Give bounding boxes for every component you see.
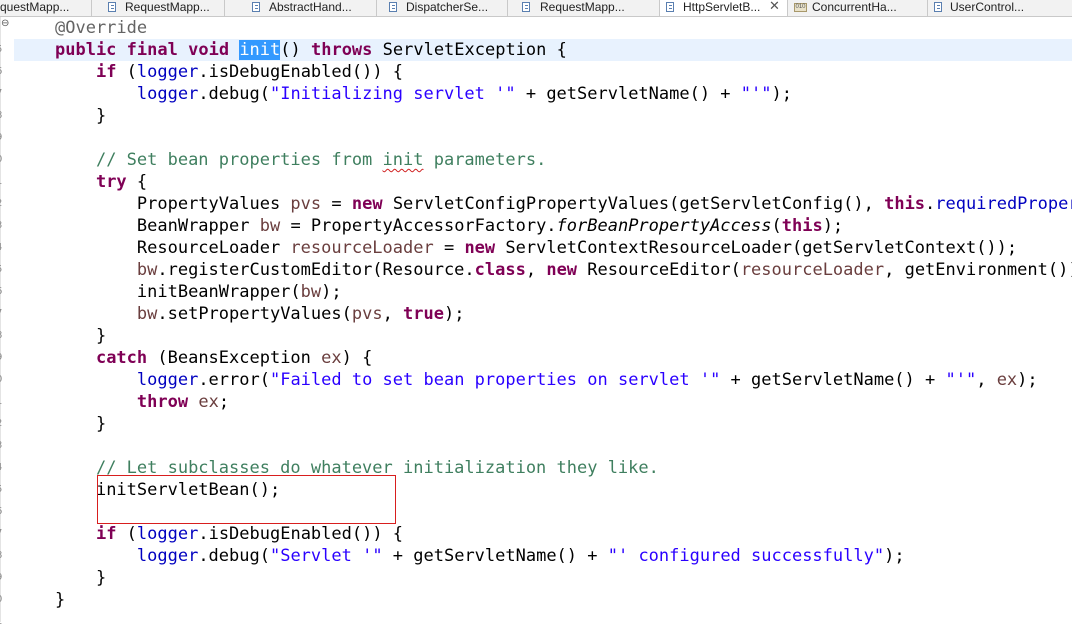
close-icon[interactable]: ✕ [769, 0, 780, 13]
java-file-icon [934, 2, 942, 12]
selected-method-name: init [239, 40, 281, 60]
tab-request-mapping-2[interactable]: RequestMapp... [508, 0, 660, 16]
line-number: 3 [0, 435, 4, 457]
java-file-icon [108, 2, 116, 12]
code-line: } [95, 326, 107, 346]
tab-label: ConcurrentHa... [812, 0, 897, 14]
code-line: throw ex; [136, 392, 230, 412]
tab-label: AbstractHand... [269, 0, 352, 14]
line-number: 1 [0, 391, 4, 413]
line-number: 5 [0, 39, 4, 61]
line-number: 6 [0, 61, 4, 83]
line-number: 9 [0, 567, 4, 589]
tab-request-mapping-1[interactable]: RequestMapp... [92, 0, 225, 16]
class-file-icon: 010 [794, 3, 807, 12]
tab-concurrent-hashmap[interactable]: 010 ConcurrentHa... [788, 0, 928, 16]
code-editor[interactable]: @Override public final void init() throw… [14, 17, 1072, 622]
tab-label: DispatcherSe... [406, 0, 489, 14]
code-line: initBeanWrapper(bw); [136, 282, 342, 302]
code-line: logger.debug("Initializing servlet '" + … [136, 84, 792, 104]
code-line: ResourceLoader resourceLoader = new Serv… [136, 238, 1018, 258]
tab-user-controller[interactable]: UserControl... [928, 0, 1072, 16]
code-line: } [95, 414, 107, 434]
tab-label: UserControl... [950, 0, 1025, 14]
line-number: 8 [0, 545, 4, 567]
fold-collapse-icon[interactable]: ⊖ [1, 18, 9, 29]
line-number: 7 [0, 523, 4, 545]
java-file-icon [522, 2, 530, 12]
line-number: 3 [0, 215, 4, 237]
code-line: } [95, 568, 107, 588]
line-number: 2 [0, 413, 4, 435]
code-line: PropertyValues pvs = new ServletConfigPr… [136, 194, 1072, 214]
line-number: 6 [0, 501, 4, 523]
line-number: 9 [0, 347, 4, 369]
code-line: BeanWrapper bw = PropertyAccessorFactory… [136, 216, 844, 236]
line-number: 0 [0, 589, 4, 611]
tab-label: RequestMapp... [540, 0, 625, 14]
tab-request-mapping-partial[interactable]: questMapp... [0, 0, 92, 16]
line-number: 1 [0, 611, 4, 633]
java-file-icon [389, 2, 397, 12]
line-number: 5 [0, 479, 4, 501]
tab-label: RequestMapp... [125, 0, 210, 14]
code-line: if (logger.isDebugEnabled()) { [95, 524, 404, 544]
line-number: 7 [0, 83, 4, 105]
line-number: 4 [0, 237, 4, 259]
line-number-gutter: 5 6 7 8 9 0 1 2 3 4 5 6 7 8 9 0 1 2 3 4 … [0, 17, 14, 627]
line-number: 0 [0, 369, 4, 391]
tab-abstract-handler[interactable]: AbstractHand... [225, 0, 377, 16]
code-line: } [95, 106, 107, 126]
line-number: 4 [0, 457, 4, 479]
code-line: logger.error("Failed to set bean propert… [136, 370, 1038, 390]
code-line: if (logger.isDebugEnabled()) { [95, 62, 404, 82]
line-number: 5 [0, 259, 4, 281]
tab-label: HttpServletB... [683, 0, 761, 14]
highlight-annotation-box [97, 475, 396, 524]
tab-label: questMapp... [0, 0, 70, 14]
editor-tab-bar: questMapp... RequestMapp... AbstractHand… [0, 0, 1072, 17]
code-line: catch (BeansException ex) { [95, 348, 373, 368]
code-line: public final void init() throws ServletE… [55, 40, 567, 60]
tab-dispatcher-servlet[interactable]: DispatcherSe... [377, 0, 508, 16]
code-line: // Set bean properties from init paramet… [95, 150, 547, 170]
java-file-icon [666, 2, 674, 12]
java-file-icon [252, 2, 260, 12]
code-line: try { [95, 172, 148, 192]
code-line: bw.setPropertyValues(pvs, true); [136, 304, 465, 324]
line-number: 2 [0, 193, 4, 215]
code-line: } [55, 590, 66, 610]
line-number: 7 [0, 303, 4, 325]
line-number: 8 [0, 105, 4, 127]
line-number: 1 [0, 171, 4, 193]
tab-http-servlet-bean[interactable]: HttpServletB... ✕ [660, 0, 788, 16]
code-line: @Override [55, 18, 148, 38]
code-line: logger.debug("Servlet '" + getServletNam… [136, 546, 905, 566]
line-number: 6 [0, 281, 4, 303]
line-number: 0 [0, 149, 4, 171]
code-line: bw.registerCustomEditor(Resource.class, … [136, 260, 1072, 280]
line-number: 8 [0, 325, 4, 347]
line-number: 9 [0, 127, 4, 149]
